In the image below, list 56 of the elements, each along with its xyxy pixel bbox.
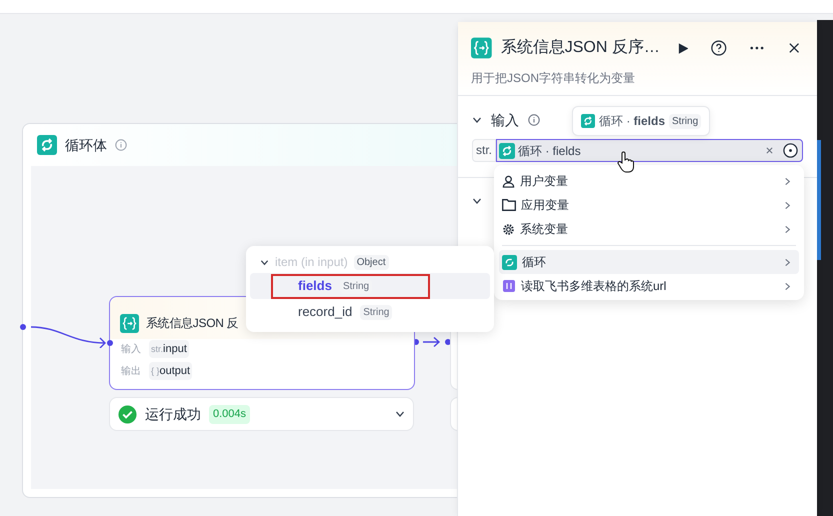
chevron-right-icon (783, 200, 792, 210)
menu-item[interactable]: 系统变量 (499, 217, 799, 241)
type-tag: String (360, 304, 392, 320)
status-text: 运行成功 (145, 404, 201, 424)
chevron-right-icon (783, 282, 792, 290)
loop-icon (581, 114, 595, 128)
menu-item[interactable]: 读取飞书多维表格的系统url (499, 274, 799, 298)
folder-icon (502, 199, 516, 211)
menu-item[interactable]: 应用变量 (499, 193, 799, 217)
menu-label: 循环 (522, 254, 546, 271)
port-tag: { }output (149, 362, 192, 380)
menu-item[interactable]: 用户变量 (499, 169, 799, 193)
chevron-right-icon (783, 176, 792, 186)
user-icon (502, 174, 515, 188)
menu-label: 用户变量 (520, 173, 568, 190)
section-title: 输入 (491, 110, 519, 130)
duration-badge: 0.004s (209, 404, 250, 424)
tree-item[interactable]: fields String (250, 273, 490, 299)
variable-name: record_id (298, 303, 352, 322)
chevron-down-icon[interactable] (260, 258, 269, 266)
tooltip-text: 循环 · fields (599, 113, 666, 130)
loop-icon (37, 135, 57, 155)
variable-name: fields (298, 277, 332, 296)
help-icon[interactable] (711, 39, 727, 57)
chevron-down-icon[interactable] (472, 115, 482, 125)
chevron-down-icon[interactable] (472, 196, 482, 206)
menu-item[interactable]: 循环 (499, 250, 799, 274)
info-icon[interactable] (528, 114, 540, 126)
container-title: 循环体 (65, 136, 107, 154)
more-icon[interactable] (750, 46, 764, 50)
loop-icon (499, 142, 516, 158)
chevron-down-icon[interactable] (395, 409, 405, 419)
play-icon[interactable] (678, 42, 688, 54)
chevron-right-icon (783, 224, 792, 234)
close-icon[interactable] (788, 42, 800, 54)
gear-icon (502, 222, 515, 236)
menu-label: 应用变量 (521, 197, 569, 214)
panel-description: 用于把JSON字符串转化为变量 (471, 70, 636, 87)
field-value: 循环 · fields (518, 142, 581, 160)
node-title: 系统信息JSON 反 (146, 315, 238, 332)
panel-title: 系统信息JSON 反序… (500, 38, 660, 58)
braces-icon (471, 36, 492, 60)
port-label: 输入 (121, 342, 141, 356)
type-tag: String (669, 114, 702, 128)
variable-input-field[interactable]: 循环 · fields (496, 139, 803, 162)
chevron-right-icon (783, 258, 792, 266)
clear-icon[interactable] (766, 147, 773, 154)
type-prefix: str. (472, 139, 496, 162)
target-icon[interactable] (783, 143, 798, 158)
port-tag: str.input (149, 340, 189, 358)
menu-label: 读取飞书多维表格的系统url (521, 278, 666, 295)
run-status-bar[interactable]: 运行成功 0.004s (109, 397, 414, 431)
menu-label: 系统变量 (520, 221, 568, 238)
port-label: 输出 (121, 364, 141, 378)
type-tag: Object (354, 254, 389, 270)
braces-icon (120, 314, 139, 332)
